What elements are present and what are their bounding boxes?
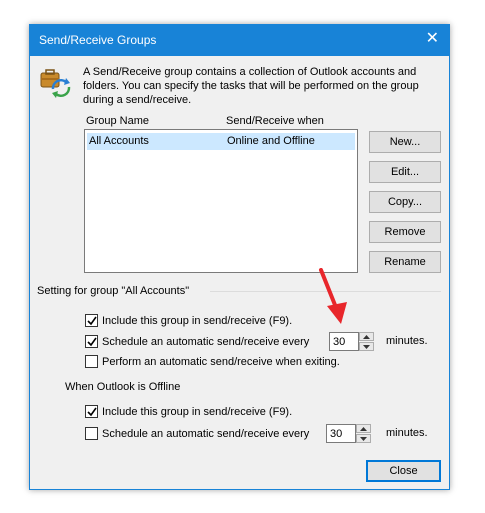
offline-minutes-input[interactable] [326, 424, 356, 443]
online-include-checkbox[interactable] [85, 314, 98, 327]
offline-schedule-checkbox[interactable] [85, 427, 98, 440]
online-schedule-label: Schedule an automatic send/receive every [102, 336, 310, 348]
close-icon[interactable]: ✕ [426, 30, 439, 48]
spin-down-arrow-icon[interactable] [359, 342, 374, 351]
copy-button[interactable]: Copy... [369, 191, 441, 213]
online-exiting-checkbox[interactable] [85, 355, 98, 368]
title-bar: Send/Receive Groups ✕ [30, 25, 449, 56]
offline-include-label: Include this group in send/receive (F9). [102, 406, 293, 418]
online-minutes-suffix: minutes. [386, 335, 428, 347]
close-button[interactable]: Close [366, 460, 441, 482]
rename-button[interactable]: Rename [369, 251, 441, 273]
online-section-heading: Setting for group "All Accounts" [37, 285, 190, 297]
column-header-send-receive-when[interactable]: Send/Receive when [226, 115, 324, 127]
checkmark-icon [87, 337, 97, 347]
checkmark-icon [87, 316, 97, 326]
edit-button[interactable]: Edit... [369, 161, 441, 183]
online-include-label: Include this group in send/receive (F9). [102, 315, 293, 327]
online-exiting-label: Perform an automatic send/receive when e… [102, 356, 340, 368]
new-button[interactable]: New... [369, 131, 441, 153]
offline-schedule-label: Schedule an automatic send/receive every [102, 428, 310, 440]
online-exiting-row[interactable]: Perform an automatic send/receive when e… [85, 354, 365, 370]
checkmark-icon [87, 407, 97, 417]
send-receive-groups-dialog: Send/Receive Groups ✕ A Send/Receive gro… [29, 24, 450, 490]
list-item[interactable]: All Accounts Online and Offline [87, 133, 355, 150]
dialog-title: Send/Receive Groups [39, 33, 157, 47]
online-schedule-row[interactable]: Schedule an automatic send/receive every [85, 334, 325, 350]
spin-up-arrow-icon[interactable] [356, 424, 371, 433]
column-header-group-name[interactable]: Group Name [86, 115, 149, 127]
groups-list[interactable]: All Accounts Online and Offline [84, 129, 358, 273]
spin-up-arrow-icon[interactable] [359, 332, 374, 341]
remove-button[interactable]: Remove [369, 221, 441, 243]
annotation-arrow-icon [319, 268, 347, 324]
send-receive-groups-icon [40, 69, 71, 98]
offline-include-row[interactable]: Include this group in send/receive (F9). [85, 404, 355, 420]
online-minutes-input[interactable] [329, 332, 359, 351]
offline-minutes-suffix: minutes. [386, 427, 428, 439]
spin-down-arrow-icon[interactable] [356, 434, 371, 443]
online-schedule-checkbox[interactable] [85, 335, 98, 348]
description-text: A Send/Receive group contains a collecti… [83, 66, 419, 106]
send-receive-when-cell: Online and Offline [227, 135, 315, 147]
group-name-cell: All Accounts [89, 135, 149, 147]
offline-section-heading: When Outlook is Offline [65, 381, 181, 393]
offline-include-checkbox[interactable] [85, 405, 98, 418]
offline-schedule-row[interactable]: Schedule an automatic send/receive every [85, 426, 325, 442]
